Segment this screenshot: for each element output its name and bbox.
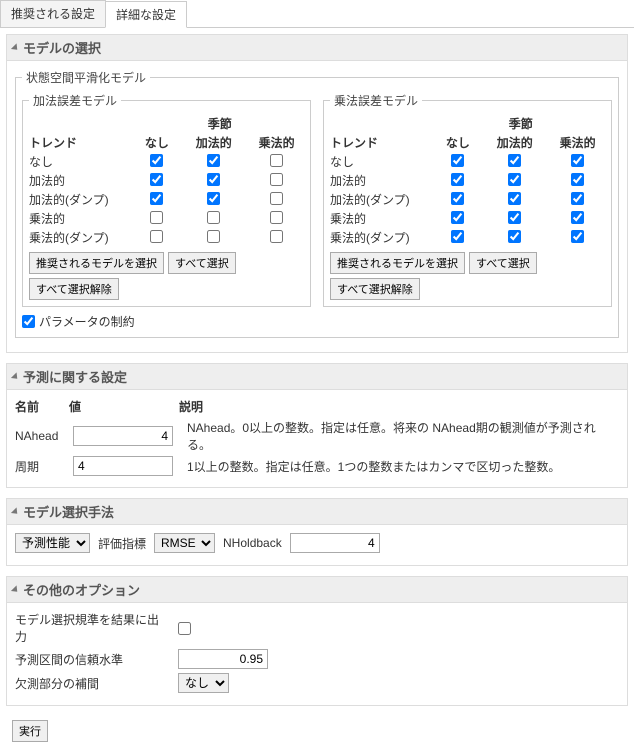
chk-a-mult-none[interactable] <box>150 211 163 224</box>
section-title: モデル選択手法 <box>23 502 114 521</box>
chk-m-addd-add[interactable] <box>508 192 521 205</box>
section-title: 予測に関する設定 <box>23 367 127 386</box>
chk-m-addd-none[interactable] <box>451 192 464 205</box>
btn-m-selectall[interactable]: すべて選択 <box>469 252 537 274</box>
chk-a-mult-mult[interactable] <box>270 211 283 224</box>
nahead-label: NAhead <box>15 429 69 443</box>
tab-advanced[interactable]: 詳細な設定 <box>105 1 187 28</box>
col-desc: 説明 <box>179 398 619 415</box>
chk-m-none-mult[interactable] <box>571 154 584 167</box>
section-model-selection-method: モデル選択手法 予測性能 評価指標 RMSE NHoldback <box>6 498 628 566</box>
chk-a-multd-none[interactable] <box>150 230 163 243</box>
nholdback-label: NHoldback <box>223 536 282 550</box>
chk-m-multd-add[interactable] <box>508 230 521 243</box>
metric-select[interactable]: RMSE <box>154 533 215 553</box>
section-model-selection: モデルの選択 状態空間平滑化モデル 加法誤差モデル 季節 トレンド なし 加法的 <box>6 34 628 353</box>
param-constraint-label: パラメータの制約 <box>39 313 135 330</box>
section-title: その他のオプション <box>23 580 140 599</box>
state-space-legend: 状態空間平滑化モデル <box>22 69 150 86</box>
chk-a-addd-mult[interactable] <box>270 192 283 205</box>
period-label: 周期 <box>15 458 69 475</box>
season-header: 季節 <box>135 115 304 132</box>
chk-m-mult-mult[interactable] <box>571 211 584 224</box>
chk-a-none-none[interactable] <box>150 154 163 167</box>
chk-m-mult-none[interactable] <box>451 211 464 224</box>
col-value: 値 <box>69 398 179 415</box>
additive-error-box: 加法誤差モデル 季節 トレンド なし 加法的 乗法的 なし <box>22 92 311 307</box>
nahead-input[interactable] <box>73 426 173 446</box>
chk-m-multd-mult[interactable] <box>571 230 584 243</box>
param-constraint-row: パラメータの制約 <box>22 313 135 330</box>
btn-a-selectall[interactable]: すべて選択 <box>168 252 236 274</box>
chk-a-addd-none[interactable] <box>150 192 163 205</box>
period-desc: 1以上の整数。指定は任意。1つの整数またはカンマで区切った整数。 <box>187 458 619 475</box>
chevron-down-icon <box>11 43 20 52</box>
chk-m-none-none[interactable] <box>451 154 464 167</box>
btn-a-deselectall[interactable]: すべて選択解除 <box>29 278 119 300</box>
nholdback-input[interactable] <box>290 533 380 553</box>
additive-legend: 加法誤差モデル <box>29 92 121 109</box>
chevron-down-icon <box>11 585 20 594</box>
interpolation-label: 欠測部分の補間 <box>15 675 170 692</box>
chk-m-add-none[interactable] <box>451 173 464 186</box>
chk-a-addd-add[interactable] <box>207 192 220 205</box>
chk-a-add-mult[interactable] <box>270 173 283 186</box>
chk-a-none-mult[interactable] <box>270 154 283 167</box>
section-header[interactable]: モデル選択手法 <box>6 498 628 525</box>
confidence-input[interactable] <box>178 649 268 669</box>
btn-a-recommended[interactable]: 推奨されるモデルを選択 <box>29 252 164 274</box>
chevron-down-icon <box>11 507 20 516</box>
chk-m-add-add[interactable] <box>508 173 521 186</box>
param-constraint-chk[interactable] <box>22 315 35 328</box>
chk-m-none-add[interactable] <box>508 154 521 167</box>
output-criteria-chk[interactable] <box>178 622 191 635</box>
chk-a-none-add[interactable] <box>207 154 220 167</box>
interpolation-select[interactable]: なし <box>178 673 229 693</box>
chk-m-multd-none[interactable] <box>451 230 464 243</box>
section-title: モデルの選択 <box>23 38 101 57</box>
chk-a-mult-add[interactable] <box>207 211 220 224</box>
execute-button[interactable]: 実行 <box>12 720 48 742</box>
section-forecast-settings: 予測に関する設定 名前 値 説明 NAhead NAhead。0以上の整数。指定… <box>6 363 628 488</box>
trend-header: トレンド <box>330 134 428 151</box>
section-header[interactable]: 予測に関する設定 <box>6 363 628 390</box>
chk-a-add-add[interactable] <box>207 173 220 186</box>
col-name: 名前 <box>15 398 69 415</box>
section-other-options: その他のオプション モデル選択規準を結果に出力 予測区間の信頼水準 欠測部分の補… <box>6 576 628 706</box>
chk-m-add-mult[interactable] <box>571 173 584 186</box>
multiplicative-error-box: 乗法誤差モデル 季節 トレンド なし 加法的 乗法的 なし <box>323 92 612 307</box>
btn-m-recommended[interactable]: 推奨されるモデルを選択 <box>330 252 465 274</box>
chk-m-addd-mult[interactable] <box>571 192 584 205</box>
period-input[interactable] <box>73 456 173 476</box>
output-criteria-label: モデル選択規準を結果に出力 <box>15 611 170 645</box>
confidence-label: 予測区間の信頼水準 <box>15 651 170 668</box>
nahead-desc: NAhead。0以上の整数。指定は任意。将来の NAhead期の観測値が予測され… <box>187 419 619 453</box>
multiplicative-legend: 乗法誤差モデル <box>330 92 422 109</box>
chevron-down-icon <box>11 372 20 381</box>
chk-m-mult-add[interactable] <box>508 211 521 224</box>
chk-a-multd-add[interactable] <box>207 230 220 243</box>
trend-header: トレンド <box>29 134 127 151</box>
tab-recommended[interactable]: 推奨される設定 <box>0 0 106 27</box>
section-header[interactable]: モデルの選択 <box>6 34 628 61</box>
metric-label: 評価指標 <box>98 535 146 552</box>
section-header[interactable]: その他のオプション <box>6 576 628 603</box>
chk-a-add-none[interactable] <box>150 173 163 186</box>
season-header: 季節 <box>436 115 605 132</box>
method-select[interactable]: 予測性能 <box>15 533 90 553</box>
btn-m-deselectall[interactable]: すべて選択解除 <box>330 278 420 300</box>
chk-a-multd-mult[interactable] <box>270 230 283 243</box>
